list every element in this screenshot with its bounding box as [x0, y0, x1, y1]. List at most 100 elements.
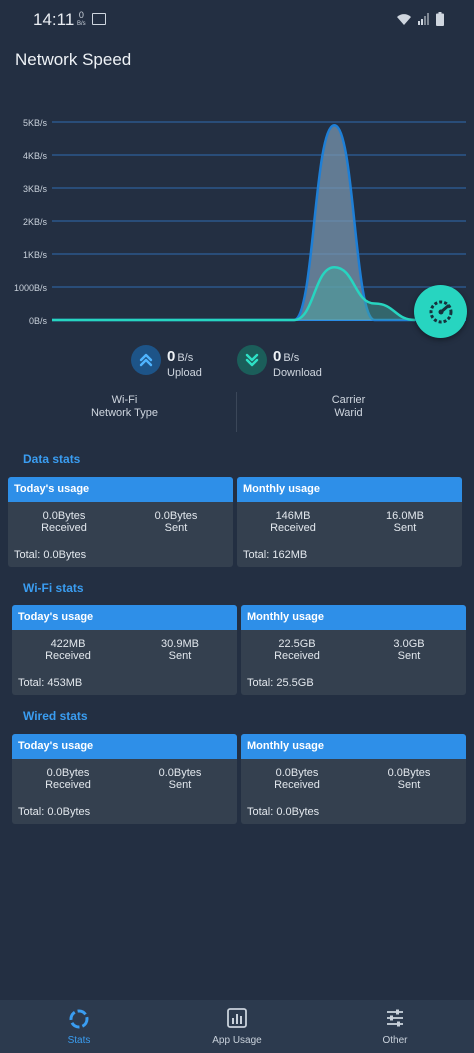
battery-icon — [436, 12, 444, 26]
received-stat: 22.5GB Received — [241, 638, 353, 662]
nav-other[interactable]: Other — [335, 1000, 455, 1053]
bottom-navigation: Stats App Usage Other — [0, 1000, 474, 1053]
sent-stat: 0.0Bytes Sent — [124, 767, 236, 791]
nav-other-label: Other — [382, 1035, 408, 1046]
card-title: Today's usage — [8, 477, 233, 502]
signal-icon — [418, 13, 429, 25]
carrier-value: Warid — [334, 407, 363, 419]
network-type-info: Wi-Fi Network Type — [6, 394, 243, 420]
received-label: Received — [41, 522, 87, 534]
page-title: Network Speed — [15, 50, 132, 69]
upload-icon — [131, 345, 161, 375]
y-tick-label: 1KB/s — [23, 250, 48, 260]
nav-stats-label: Stats — [67, 1035, 91, 1046]
received-stat: 0.0Bytes Received — [12, 767, 124, 791]
status-time: 14:11 — [33, 10, 75, 29]
download-speed-unit: B/s — [283, 352, 300, 364]
status-speed-indicator: 0 B/s — [77, 11, 86, 29]
wifi-monthly-card: Monthly usage 22.5GB Received 3.0GB Sent… — [241, 605, 466, 695]
upload-speed-unit: B/s — [177, 352, 194, 364]
received-label: Received — [45, 779, 91, 791]
card-title: Monthly usage — [241, 605, 466, 630]
network-type-value: Wi-Fi — [111, 394, 138, 406]
speedometer-icon — [429, 300, 452, 323]
status-bar: 14:11 0 B/s — [0, 0, 474, 38]
received-value: 0.0Bytes — [42, 510, 86, 522]
data-stats-title: Data stats — [23, 452, 81, 466]
sent-value: 30.9MB — [161, 638, 199, 650]
upload-speed: 0 B/s Upload — [131, 345, 202, 379]
received-stat: 422MB Received — [12, 638, 124, 662]
card-title: Monthly usage — [237, 477, 462, 502]
sent-value: 3.0GB — [393, 638, 425, 650]
sent-label: Sent — [397, 650, 421, 662]
gallery-notification-icon — [92, 13, 106, 25]
sent-stat: 0.0Bytes Sent — [120, 510, 232, 534]
wired-today-card: Today's usage 0.0Bytes Received 0.0Bytes… — [12, 734, 237, 824]
data-today-card: Today's usage 0.0Bytes Received 0.0Bytes… — [8, 477, 233, 567]
upload-speed-value: 0 — [167, 348, 176, 365]
data-monthly-card: Monthly usage 146MB Received 16.0MB Sent… — [237, 477, 462, 567]
y-tick-label: 0B/s — [29, 316, 48, 326]
card-title: Monthly usage — [241, 734, 466, 759]
y-tick-label: 5KB/s — [23, 118, 48, 128]
received-value: 422MB — [50, 638, 86, 650]
sliders-icon — [387, 1009, 403, 1027]
wired-monthly-card: Monthly usage 0.0Bytes Received 0.0Bytes… — [241, 734, 466, 824]
received-label: Received — [274, 650, 320, 662]
sent-stat: 0.0Bytes Sent — [353, 767, 465, 791]
carrier-info: Carrier Warid — [230, 394, 467, 420]
nav-app-usage[interactable]: App Usage — [177, 1000, 297, 1053]
card-title: Today's usage — [12, 734, 237, 759]
sent-value: 0.0Bytes — [158, 767, 202, 779]
sent-value: 0.0Bytes — [154, 510, 198, 522]
received-value: 146MB — [275, 510, 311, 522]
sent-stat: 30.9MB Sent — [124, 638, 236, 662]
status-speed-unit: B/s — [77, 21, 86, 27]
upload-label: Upload — [167, 367, 202, 379]
received-stat: 0.0Bytes Received — [8, 510, 120, 534]
network-speed-chart: 5KB/s 4KB/s 3KB/s 2KB/s 1KB/s 1000B/s 0B/s — [14, 118, 466, 326]
wired-stats-title: Wired stats — [23, 709, 88, 723]
wifi-today-card: Today's usage 422MB Received 30.9MB Sent… — [12, 605, 237, 695]
sent-label: Sent — [168, 779, 192, 791]
speed-test-button[interactable] — [414, 285, 467, 338]
received-value: 0.0Bytes — [46, 767, 90, 779]
received-value: 22.5GB — [278, 638, 316, 650]
received-stat: 146MB Received — [237, 510, 349, 534]
y-tick-label: 1000B/s — [14, 283, 48, 293]
carrier-label: Carrier — [331, 394, 366, 406]
sent-value: 0.0Bytes — [387, 767, 431, 779]
y-tick-label: 4KB/s — [23, 151, 48, 161]
sent-value: 16.0MB — [386, 510, 424, 522]
received-label: Received — [274, 779, 320, 791]
status-icons — [396, 12, 444, 26]
received-label: Received — [270, 522, 316, 534]
network-type-label: Network Type — [90, 407, 159, 419]
received-value: 0.0Bytes — [275, 767, 319, 779]
total-usage: Total: 0.0Bytes — [14, 549, 87, 561]
nav-stats[interactable]: Stats — [19, 1000, 139, 1053]
y-tick-label: 2KB/s — [23, 217, 48, 227]
sent-stat: 3.0GB Sent — [353, 638, 465, 662]
card-title: Today's usage — [12, 605, 237, 630]
nav-app-usage-label: App Usage — [212, 1035, 262, 1046]
stats-ring-icon — [69, 1009, 89, 1029]
sent-label: Sent — [393, 522, 417, 534]
sent-label: Sent — [164, 522, 188, 534]
total-usage: Total: 162MB — [243, 549, 308, 561]
total-usage: Total: 0.0Bytes — [18, 806, 91, 818]
sent-stat: 16.0MB Sent — [349, 510, 461, 534]
download-speed-value: 0 — [273, 348, 282, 365]
y-tick-label: 3KB/s — [23, 184, 48, 194]
received-stat: 0.0Bytes Received — [241, 767, 353, 791]
total-usage: Total: 453MB — [18, 677, 83, 689]
sent-label: Sent — [168, 650, 192, 662]
status-speed-value: 0 — [78, 10, 84, 20]
download-speed: 0 B/s Download — [237, 345, 322, 379]
total-usage: Total: 25.5GB — [247, 677, 314, 689]
received-label: Received — [45, 650, 91, 662]
sent-label: Sent — [397, 779, 421, 791]
total-usage: Total: 0.0Bytes — [247, 806, 320, 818]
download-icon — [237, 345, 267, 375]
